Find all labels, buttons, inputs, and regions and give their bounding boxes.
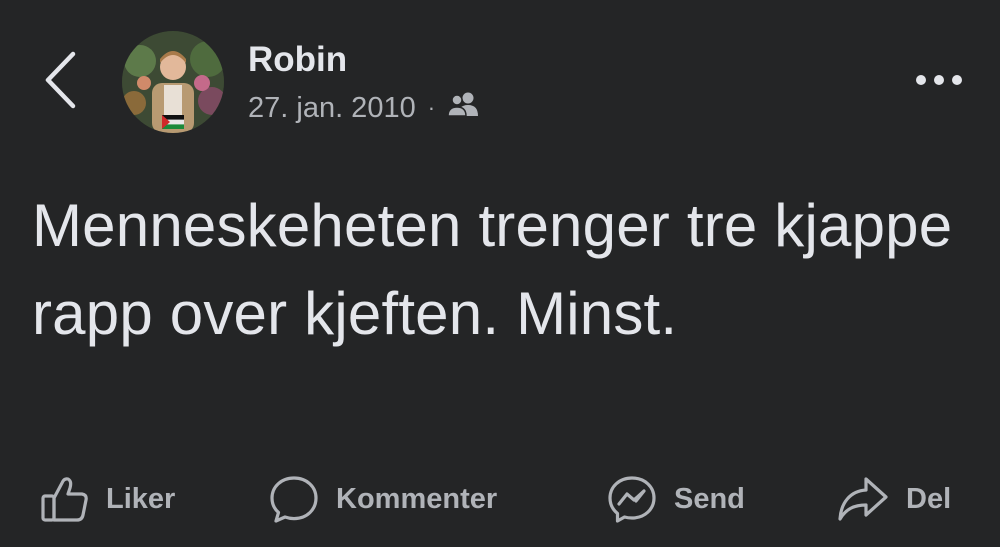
messenger-icon: [606, 474, 658, 524]
action-bar: Liker Kommenter Send Del: [0, 468, 1000, 530]
post-meta: 27. jan. 2010 ·: [248, 88, 479, 128]
post-date[interactable]: 27. jan. 2010: [248, 92, 416, 125]
like-button[interactable]: Liker: [40, 468, 175, 530]
share-button[interactable]: Del: [836, 468, 951, 530]
back-button[interactable]: [38, 50, 82, 114]
more-horizontal-icon: [915, 73, 963, 91]
comment-button[interactable]: Kommenter: [268, 468, 497, 530]
avatar[interactable]: [122, 31, 224, 133]
send-button[interactable]: Send: [606, 468, 745, 530]
post-page: Robin 27. jan. 2010 · Menneskeheten tren…: [0, 0, 1000, 547]
send-label: Send: [674, 482, 745, 515]
thumbs-up-icon: [40, 475, 90, 523]
more-options-button[interactable]: [906, 60, 972, 104]
share-label: Del: [906, 482, 952, 515]
comment-bubble-icon: [268, 474, 320, 524]
like-label: Liker: [106, 482, 176, 515]
author-name[interactable]: Robin: [248, 40, 347, 80]
chevron-left-icon: [43, 50, 77, 115]
share-arrow-icon: [836, 475, 890, 523]
post-text: Menneskeheten trenger tre kjappe rapp ov…: [32, 192, 953, 347]
friends-icon[interactable]: [447, 91, 479, 125]
meta-separator: ·: [427, 95, 436, 120]
comment-label: Kommenter: [336, 482, 498, 515]
